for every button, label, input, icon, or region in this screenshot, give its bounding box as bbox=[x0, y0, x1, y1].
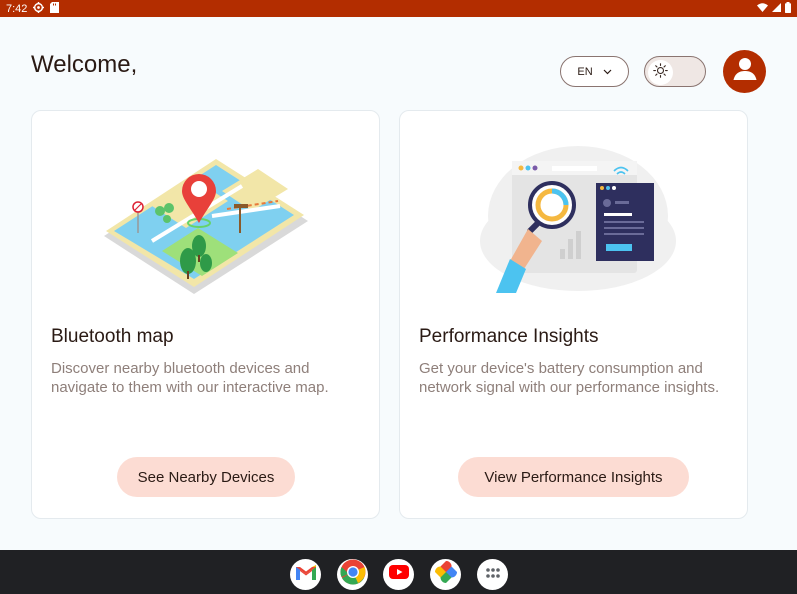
performance-insights-card: Performance Insights Get your device's b… bbox=[399, 110, 748, 519]
performance-insights-description: Get your device's battery consumption an… bbox=[419, 360, 720, 396]
battery-icon bbox=[785, 1, 791, 16]
user-account-button[interactable] bbox=[723, 50, 766, 93]
user-account-icon bbox=[730, 54, 760, 89]
status-bar: 7:42 bbox=[0, 0, 797, 17]
status-time: 7:42 bbox=[6, 2, 28, 15]
bluetooth-map-description: Discover nearby bluetooth devices and na… bbox=[51, 360, 329, 396]
app-drawer-icon bbox=[485, 566, 501, 584]
wifi-icon bbox=[757, 2, 768, 15]
gmail-icon bbox=[295, 564, 316, 585]
settings-gear-icon bbox=[33, 1, 45, 16]
view-performance-insights-button[interactable]: View Performance Insights bbox=[458, 457, 689, 497]
gmail-app-button[interactable] bbox=[290, 559, 321, 590]
performance-insights-title: Performance Insights bbox=[419, 326, 599, 347]
youtube-app-button[interactable] bbox=[383, 559, 414, 590]
theme-toggle-knob bbox=[648, 60, 673, 85]
photos-icon bbox=[434, 561, 457, 588]
isometric-map-illustration bbox=[32, 111, 381, 311]
see-nearby-devices-button[interactable]: See Nearby Devices bbox=[117, 457, 295, 497]
chrome-app-button[interactable] bbox=[337, 559, 368, 590]
cellular-signal-icon bbox=[772, 2, 781, 15]
chevron-down-icon bbox=[603, 66, 612, 78]
chrome-icon bbox=[339, 559, 366, 590]
sun-icon bbox=[653, 62, 668, 83]
photos-app-button[interactable] bbox=[430, 559, 461, 590]
language-selected-value: EN bbox=[577, 65, 593, 78]
app-drawer-button[interactable] bbox=[477, 559, 508, 590]
language-selector[interactable]: EN bbox=[560, 56, 629, 87]
welcome-heading: Welcome, bbox=[31, 51, 138, 78]
bluetooth-map-card: Bluetooth map Discover nearby bluetooth … bbox=[31, 110, 380, 519]
performance-dashboard-illustration bbox=[400, 111, 749, 311]
sd-card-icon bbox=[50, 1, 60, 16]
bluetooth-map-title: Bluetooth map bbox=[51, 326, 174, 347]
youtube-icon bbox=[388, 565, 409, 584]
theme-toggle[interactable] bbox=[644, 56, 706, 87]
